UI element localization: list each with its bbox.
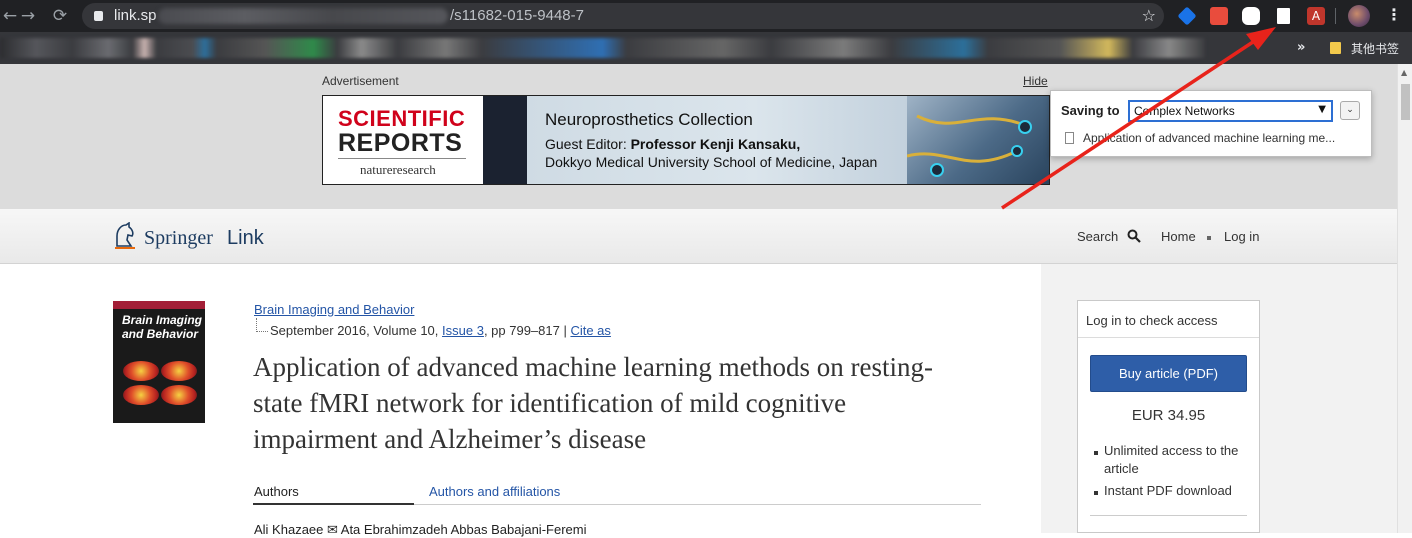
feature-item: Unlimited access to the article bbox=[1104, 443, 1239, 476]
selected-collection: Complex Networks bbox=[1134, 104, 1235, 118]
login-to-check-access-link[interactable]: Log in to check access bbox=[1086, 313, 1218, 328]
cover-title: Brain Imaging and Behavior bbox=[122, 313, 203, 341]
ad-image bbox=[906, 96, 1049, 184]
date-volume: September 2016, Volume 10, bbox=[270, 323, 443, 338]
page-scrollbar[interactable]: ▲ bbox=[1397, 64, 1412, 533]
cite-as-link[interactable]: Cite as bbox=[570, 323, 610, 338]
ad-affiliation: Dokkyo Medical University School of Medi… bbox=[545, 154, 878, 170]
nav-separator bbox=[1207, 236, 1211, 240]
price: EUR 34.95 bbox=[1131, 407, 1206, 424]
home-link[interactable]: Home bbox=[1161, 229, 1196, 244]
scroll-thumb[interactable] bbox=[1401, 84, 1410, 120]
bookmarks-redacted bbox=[0, 38, 1205, 58]
ad-label: Advertisement bbox=[322, 74, 399, 88]
expand-button[interactable]: ⌄ bbox=[1340, 101, 1360, 120]
bullet bbox=[1094, 451, 1098, 455]
search-icon[interactable] bbox=[1127, 229, 1141, 243]
cover-brain-image bbox=[123, 385, 159, 405]
neural-probe-illustration bbox=[906, 114, 1032, 177]
url-path: /s11682-015-9448-7 bbox=[450, 7, 584, 24]
access-header: Log in to check access bbox=[1078, 301, 1259, 338]
bullet bbox=[1094, 491, 1098, 495]
bookmarks-bar: » 其他书签 bbox=[0, 32, 1412, 64]
cover-brain-image bbox=[161, 385, 197, 405]
saved-item-title: Application of advanced machine learning… bbox=[1083, 131, 1336, 145]
issue-link[interactable]: Issue 3 bbox=[442, 323, 484, 338]
buy-article-button[interactable]: Buy article (PDF) bbox=[1090, 355, 1247, 392]
browser-menu-icon[interactable]: ⋮ bbox=[1386, 5, 1402, 24]
extension-pdf-icon[interactable]: A bbox=[1307, 7, 1325, 25]
authors-list: Ali Khazaee ✉ Ata Ebrahimzadeh Abbas Bab… bbox=[254, 522, 587, 537]
citation-meta: September 2016, Volume 10, Issue 3, pp 7… bbox=[270, 323, 611, 338]
dropdown-arrow-icon: ▼ bbox=[1318, 104, 1326, 115]
save-to-popup: Saving to Complex Networks ▼ ⌄ Applicati… bbox=[1050, 90, 1372, 157]
extension-red-icon[interactable] bbox=[1210, 7, 1228, 25]
springer-wordmark[interactable]: Springer bbox=[144, 227, 213, 250]
cover-top-bar bbox=[113, 301, 205, 309]
cover-brain-image bbox=[123, 361, 159, 381]
active-tab-indicator bbox=[253, 503, 414, 505]
logo-line-2: REPORTS bbox=[338, 129, 463, 157]
folder-icon bbox=[1330, 42, 1341, 54]
access-box: Log in to check access Buy article (PDF)… bbox=[1077, 300, 1260, 533]
saving-to-label: Saving to bbox=[1061, 103, 1120, 118]
extension-save-page-icon[interactable] bbox=[1277, 8, 1290, 24]
journal-cover[interactable]: Brain Imaging and Behavior bbox=[113, 301, 205, 423]
feature-item: Instant PDF download bbox=[1104, 483, 1232, 498]
url-redacted bbox=[158, 8, 448, 24]
lock-icon bbox=[94, 11, 103, 21]
tree-connector bbox=[256, 318, 257, 332]
search-link[interactable]: Search bbox=[1077, 229, 1118, 244]
springer-header: Springer Link Search Home Log in bbox=[0, 209, 1397, 264]
toolbar-separator bbox=[1335, 8, 1336, 24]
cover-brain-image bbox=[161, 361, 197, 381]
tab-authors-affiliations[interactable]: Authors and affiliations bbox=[429, 484, 560, 499]
journal-link[interactable]: Brain Imaging and Behavior bbox=[254, 302, 414, 317]
other-bookmarks-folder[interactable]: 其他书签 bbox=[1351, 40, 1399, 57]
back-button[interactable]: ← bbox=[0, 6, 20, 26]
url-host: link.sp bbox=[114, 7, 157, 24]
collection-select[interactable]: Complex Networks ▼ bbox=[1128, 100, 1333, 122]
page-range: , pp 799–817 | bbox=[483, 323, 571, 338]
tree-connector bbox=[256, 331, 268, 332]
springer-horse-icon[interactable] bbox=[113, 222, 137, 250]
bookmark-star-icon[interactable]: ☆ bbox=[1142, 6, 1156, 25]
bookmarks-overflow-button[interactable]: » bbox=[1297, 40, 1305, 55]
browser-toolbar: ← → ⟳ link.sp /s11682-015-9448-7 ☆ A ⋮ bbox=[0, 0, 1412, 32]
tab-authors[interactable]: Authors bbox=[254, 484, 299, 499]
forward-button[interactable]: → bbox=[18, 6, 38, 26]
logo-divider bbox=[338, 158, 466, 159]
ad-editor-name: Professor Kenji Kansaku, bbox=[630, 136, 801, 152]
ad-hide-link[interactable]: Hide bbox=[1023, 74, 1048, 88]
link-wordmark[interactable]: Link bbox=[227, 227, 264, 250]
ad-editor-prefix: Guest Editor: bbox=[545, 136, 631, 152]
extension-diamond-icon[interactable] bbox=[1177, 6, 1197, 26]
ad-dark-strip bbox=[483, 96, 527, 184]
scroll-up-arrow-icon[interactable]: ▲ bbox=[1401, 68, 1407, 77]
ad-title: Neuroprosthetics Collection bbox=[545, 110, 753, 129]
document-icon bbox=[1065, 132, 1074, 144]
ad-editor: Guest Editor: Professor Kenji Kansaku, bbox=[545, 136, 800, 152]
article-title: Application of advanced machine learning… bbox=[253, 352, 934, 454]
access-divider bbox=[1090, 515, 1247, 516]
address-bar[interactable]: link.sp /s11682-015-9448-7 ☆ bbox=[82, 3, 1164, 29]
login-link[interactable]: Log in bbox=[1224, 229, 1259, 244]
extension-pen-icon[interactable] bbox=[1242, 7, 1260, 25]
logo-subtitle: natureresearch bbox=[360, 162, 436, 177]
scientific-reports-logo: SCIENTIFIC REPORTS natureresearch bbox=[323, 96, 483, 184]
ad-banner[interactable]: SCIENTIFIC REPORTS natureresearch Neurop… bbox=[322, 95, 1050, 185]
profile-avatar[interactable] bbox=[1348, 5, 1370, 27]
reload-button[interactable]: ⟳ bbox=[50, 6, 70, 26]
